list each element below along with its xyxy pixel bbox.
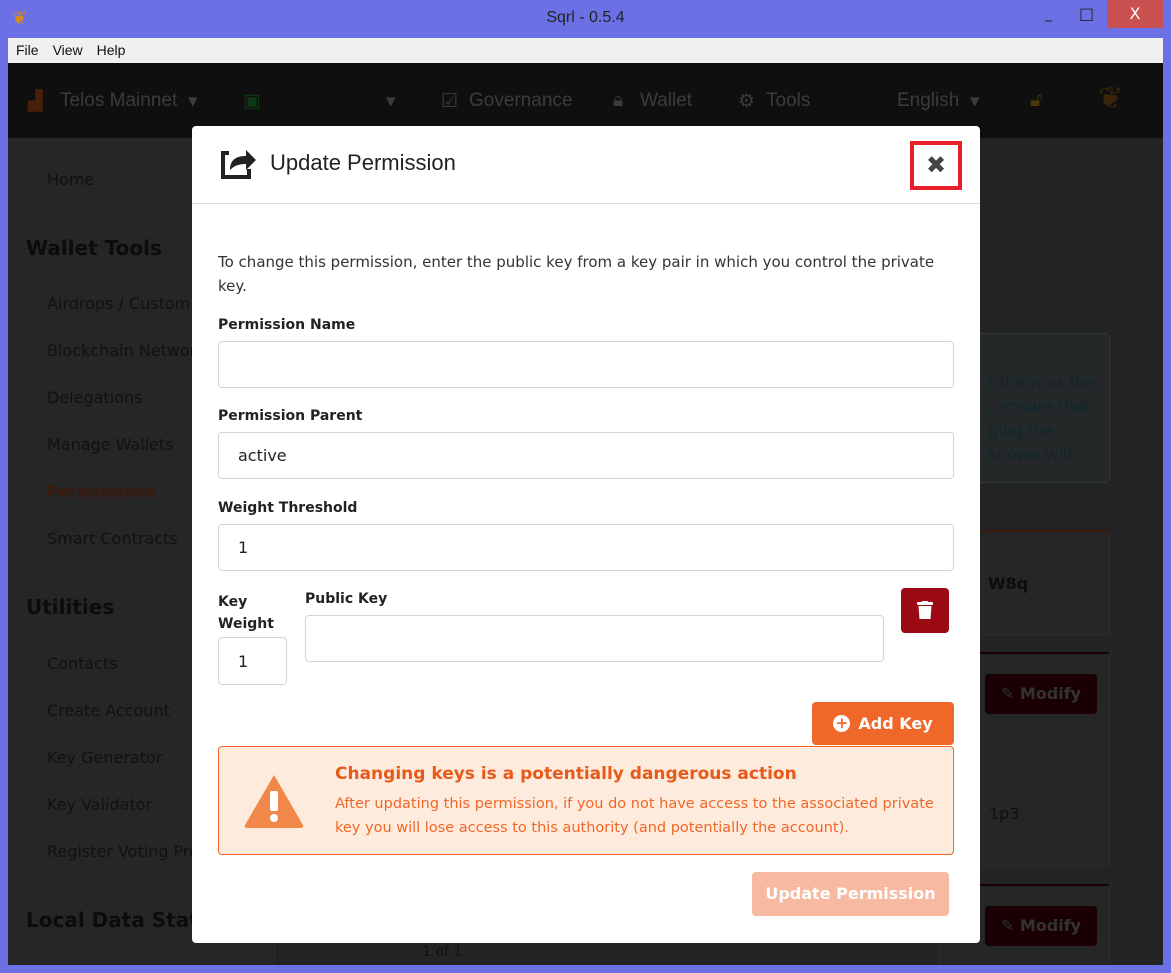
permission-parent-label: Permission Parent <box>218 408 363 424</box>
squirrel-logo-icon: ❦ <box>1098 82 1124 115</box>
permission-name-label: Permission Name <box>218 317 356 333</box>
public-key-text: W8q <box>988 574 1029 593</box>
nav-wallet[interactable]: Wallet <box>640 90 692 112</box>
language-dropdown[interactable]: English <box>897 90 959 112</box>
update-permission-button[interactable]: Update Permission <box>752 872 949 916</box>
info-line: , ensure that <box>988 397 1091 416</box>
update-permission-modal: Update Permission ✖ To change this permi… <box>192 126 980 943</box>
sidebar-item-smart-contracts[interactable]: Smart Contracts <box>47 529 178 548</box>
info-line: ging the <box>988 421 1055 440</box>
permission-parent-input[interactable]: active <box>218 432 954 479</box>
network-icon: ▟ <box>28 91 43 112</box>
public-key-label: Public Key <box>305 591 388 607</box>
sidebar-item-manage-wallets[interactable]: Manage Wallets <box>47 435 174 454</box>
key-weight-label: Key Weight <box>218 594 274 632</box>
checkbox-icon: ☑ <box>441 91 459 112</box>
chevron-down-icon[interactable]: ▾ <box>386 90 396 113</box>
window-close-button[interactable]: X <box>1107 0 1163 28</box>
close-icon[interactable]: ✖ <box>910 141 962 190</box>
warning-text: After updating this permission, if you d… <box>335 796 934 836</box>
share-square-icon <box>221 150 256 179</box>
network-dropdown[interactable]: Telos Mainnet <box>60 90 177 112</box>
info-line: known will <box>988 445 1072 464</box>
chevron-down-icon[interactable]: ▾ <box>188 90 198 113</box>
menu-help[interactable]: Help <box>97 42 126 58</box>
modify-button[interactable]: ✎ Modify <box>985 906 1097 946</box>
permission-name-input[interactable] <box>218 341 954 388</box>
gear-icon: ⚙ <box>738 91 756 112</box>
sidebar-item-permissions[interactable]: Permissions <box>47 482 156 501</box>
sidebar-heading: Wallet Tools <box>26 236 162 260</box>
window-title: Sqrl - 0.5.4 <box>546 9 625 26</box>
maximize-button[interactable]: □ <box>1079 4 1094 23</box>
add-key-button[interactable]: + Add Key <box>812 702 954 745</box>
lock-icon: 🔒︎ <box>613 90 624 111</box>
chevron-down-icon[interactable]: ▾ <box>970 90 980 113</box>
sidebar-item-key-validator[interactable]: Key Validator <box>47 795 152 814</box>
sidebar-item-delegations[interactable]: Delegations <box>47 388 142 407</box>
wallet-account-icon: ▣ <box>243 91 261 112</box>
weight-threshold-input[interactable]: 1 <box>218 524 954 571</box>
sidebar-item-networks[interactable]: Blockchain Networks <box>47 341 214 360</box>
delete-key-button[interactable] <box>901 588 949 633</box>
pager-text: 1 of 1 <box>422 944 463 960</box>
key-weight-input[interactable]: 1 <box>218 637 287 685</box>
menu-file[interactable]: File <box>16 42 39 58</box>
add-key-label: Add Key <box>858 714 933 733</box>
sidebar-heading: Utilities <box>26 595 115 619</box>
minimize-button[interactable]: _ <box>1045 6 1052 22</box>
menu-bar: File View Help <box>8 38 1163 63</box>
public-key-text: 1p3 <box>989 804 1020 823</box>
public-key-input[interactable] <box>305 615 884 662</box>
weight-threshold-label: Weight Threshold <box>218 500 358 516</box>
sidebar-item-create-account[interactable]: Create Account <box>47 701 170 720</box>
nav-tools[interactable]: Tools <box>766 90 810 112</box>
warning-title: Changing keys is a potentially dangerous… <box>335 764 797 784</box>
sidebar-item-home[interactable]: Home <box>47 170 94 189</box>
warning-message: Changing keys is a potentially dangerous… <box>218 746 954 855</box>
plus-circle-icon: + <box>833 715 851 732</box>
title-bar: ❦ Sqrl - 0.5.4 _ □ X <box>0 0 1171 38</box>
modal-header: Update Permission ✖ <box>192 126 980 204</box>
trash-icon <box>917 601 933 619</box>
modify-button[interactable]: ✎ Modify <box>985 674 1097 714</box>
modify-label: Modify <box>1019 684 1082 703</box>
modal-title: Update Permission <box>270 150 456 175</box>
menu-view[interactable]: View <box>53 42 83 58</box>
modify-label: Modify <box>1019 916 1082 935</box>
nav-governance[interactable]: Governance <box>469 90 573 112</box>
info-line: t them as the <box>988 373 1096 392</box>
modal-description: To change this permission, enter the pub… <box>218 253 935 295</box>
sidebar-item-contacts[interactable]: Contacts <box>47 654 118 673</box>
sidebar-item-key-generator[interactable]: Key Generator <box>47 748 162 767</box>
unlock-icon[interactable]: 🔓︎ <box>1030 90 1042 112</box>
warning-triangle-icon <box>244 775 304 828</box>
